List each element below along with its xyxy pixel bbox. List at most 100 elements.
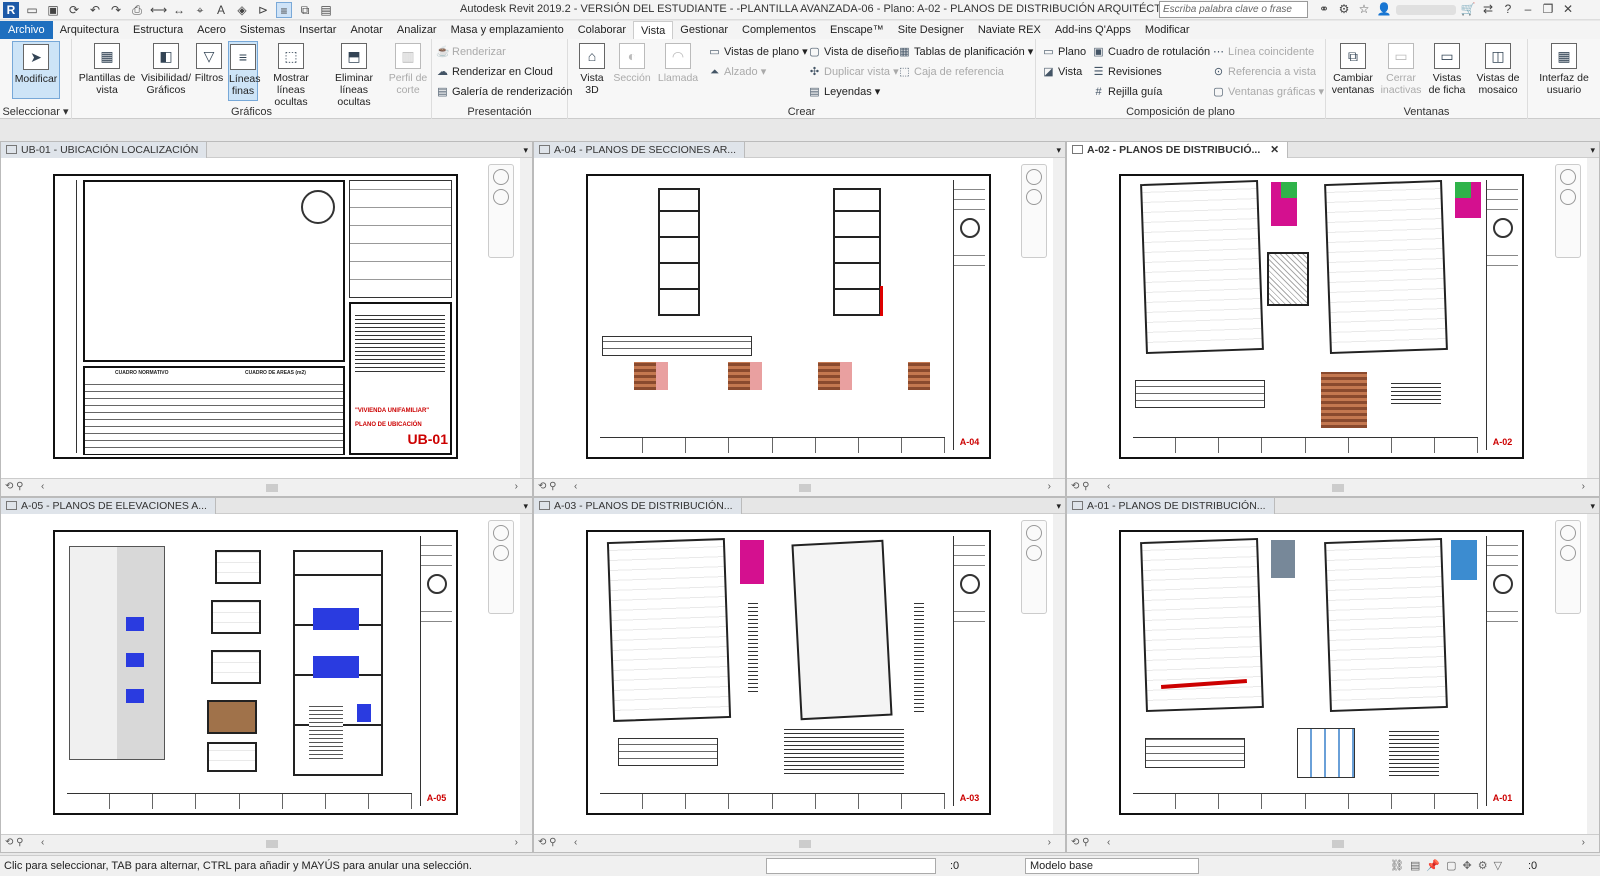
- subscription-icon[interactable]: ⚙: [1336, 1, 1352, 18]
- plantillas-vista-button[interactable]: ▦ Plantillas de vista: [78, 41, 136, 96]
- 3d-view-icon[interactable]: ◈: [234, 2, 250, 18]
- close-tab-icon[interactable]: ✕: [1270, 144, 1279, 156]
- horizontal-scroll-thumb[interactable]: [266, 484, 278, 492]
- view-control-icons[interactable]: ⟲ ⚲: [1071, 481, 1089, 492]
- view-tab[interactable]: A-05 - PLANOS DE ELEVACIONES A...: [1, 498, 216, 514]
- print-icon[interactable]: ⎙: [129, 2, 145, 18]
- tab-insertar[interactable]: Insertar: [292, 21, 343, 39]
- renderizar-button[interactable]: ☕ Renderizar: [436, 45, 506, 59]
- scroll-left-icon[interactable]: ‹: [41, 481, 44, 492]
- minimize-icon[interactable]: –: [1520, 1, 1536, 18]
- help-icon[interactable]: ?: [1500, 1, 1516, 18]
- steering-wheel-icon[interactable]: [493, 525, 509, 541]
- tab-enscape[interactable]: Enscape™: [823, 21, 891, 39]
- tab-archivo[interactable]: Archivo: [0, 21, 53, 39]
- scroll-left-icon[interactable]: ‹: [1107, 837, 1110, 848]
- close-hidden-icon[interactable]: ⧉: [297, 2, 313, 18]
- open-icon[interactable]: ▭: [24, 2, 40, 18]
- undo-icon[interactable]: ↶: [87, 2, 103, 18]
- scroll-right-icon[interactable]: ›: [1582, 837, 1585, 848]
- vertical-scrollbar[interactable]: [520, 514, 532, 834]
- zoom-icon[interactable]: [1560, 545, 1576, 561]
- view-tab[interactable]: UB-01 - UBICACIÓN LOCALIZACIÓN: [1, 142, 208, 158]
- viewport-a04[interactable]: A-04 - PLANOS DE SECCIONES AR... ▾ A-04 …: [533, 141, 1066, 497]
- navigation-bar[interactable]: [1555, 520, 1581, 614]
- view-control-icons[interactable]: ⟲ ⚲: [538, 481, 556, 492]
- navigation-bar[interactable]: [1555, 164, 1581, 258]
- maximize-icon[interactable]: ❐: [1540, 1, 1556, 18]
- scroll-right-icon[interactable]: ›: [515, 837, 518, 848]
- view-tab[interactable]: A-03 - PLANOS DE DISTRIBUCIÓN...: [534, 498, 742, 514]
- filtros-button[interactable]: ▽ Filtros: [194, 41, 224, 84]
- view-tab[interactable]: A-04 - PLANOS DE SECCIONES AR...: [534, 142, 746, 158]
- viewport-a01[interactable]: A-01 - PLANOS DE DISTRIBUCIÓN... ▾ A-01 …: [1066, 497, 1600, 853]
- duplicar-vista-button[interactable]: ✣ Duplicar vista ▾: [808, 65, 899, 79]
- scroll-left-icon[interactable]: ‹: [574, 837, 577, 848]
- background-process-icon[interactable]: ⚙: [1478, 859, 1488, 872]
- tab-estructura[interactable]: Estructura: [126, 21, 190, 39]
- llamada-button[interactable]: ◠ Llamada: [656, 41, 700, 84]
- scroll-right-icon[interactable]: ›: [1048, 837, 1051, 848]
- close-icon[interactable]: ✕: [1560, 1, 1576, 18]
- zoom-icon[interactable]: [1026, 189, 1042, 205]
- scroll-left-icon[interactable]: ‹: [574, 481, 577, 492]
- seleccionar-panel-label[interactable]: Seleccionar ▾: [0, 105, 71, 118]
- horizontal-scroll-thumb[interactable]: [1332, 484, 1344, 492]
- favorites-icon[interactable]: ☆: [1356, 1, 1372, 18]
- sheet-ub01[interactable]: "VIVIENDA UNIFAMILIAR" PLANO DE UBICACIÓ…: [53, 174, 458, 459]
- visibilidad-button[interactable]: ◧ Visibilidad/ Gráficos: [140, 41, 192, 96]
- tab-complementos[interactable]: Complementos: [735, 21, 823, 39]
- tab-anotar[interactable]: Anotar: [343, 21, 389, 39]
- filter-icon[interactable]: ▽: [1494, 859, 1502, 872]
- section-icon[interactable]: ⊳: [255, 2, 271, 18]
- view-menu-icon[interactable]: ▾: [1590, 498, 1595, 514]
- tab-modificar[interactable]: Modificar: [1138, 21, 1197, 39]
- galeria-button[interactable]: ▤ Galería de renderización: [436, 85, 572, 99]
- dimension-icon[interactable]: ↔: [171, 2, 187, 18]
- scroll-right-icon[interactable]: ›: [1048, 481, 1051, 492]
- plano-button[interactable]: ▭ Plano: [1042, 45, 1086, 59]
- revisiones-button[interactable]: ☰ Revisiones: [1092, 65, 1162, 79]
- interfaz-usuario-button[interactable]: ▦ Interfaz de usuario: [1534, 41, 1594, 96]
- steering-wheel-icon[interactable]: [493, 169, 509, 185]
- navigation-bar[interactable]: [1021, 520, 1047, 614]
- redo-icon[interactable]: ↷: [108, 2, 124, 18]
- drag-elements-icon[interactable]: ✥: [1462, 859, 1471, 872]
- view-menu-icon[interactable]: ▾: [1056, 142, 1061, 158]
- vista-3d-button[interactable]: ⌂ Vista 3D: [576, 41, 608, 96]
- scroll-right-icon[interactable]: ›: [1582, 481, 1585, 492]
- steering-wheel-icon[interactable]: [1560, 169, 1576, 185]
- select-by-face-icon[interactable]: ▢: [1446, 859, 1456, 872]
- measure-icon[interactable]: ⟷: [150, 2, 167, 18]
- seccion-button[interactable]: ◐ Sección: [612, 41, 652, 84]
- tab-gestionar[interactable]: Gestionar: [673, 21, 735, 39]
- vista-button[interactable]: ◪ Vista: [1042, 65, 1082, 79]
- view-control-icons[interactable]: ⟲ ⚲: [5, 481, 23, 492]
- binoculars-icon[interactable]: ⚭: [1316, 1, 1332, 18]
- tab-colaborar[interactable]: Colaborar: [571, 21, 633, 39]
- steering-wheel-icon[interactable]: [1560, 525, 1576, 541]
- vistas-plano-button[interactable]: ▭ Vistas de plano ▾: [708, 45, 807, 59]
- zoom-icon[interactable]: [1560, 189, 1576, 205]
- sheet-a04[interactable]: A-04: [586, 174, 991, 459]
- horizontal-scroll-thumb[interactable]: [799, 840, 811, 848]
- design-option-dropdown[interactable]: Modelo base: [1025, 858, 1199, 874]
- horizontal-scroll-thumb[interactable]: [799, 484, 811, 492]
- view-tab-active[interactable]: A-02 - PLANOS DE DISTRIBUCIÓ... ✕: [1067, 142, 1289, 158]
- tag-icon[interactable]: ⌖: [192, 2, 208, 18]
- zoom-icon[interactable]: [493, 545, 509, 561]
- vista-diseno-button[interactable]: ▢ Vista de diseño: [808, 45, 899, 59]
- tab-sistemas[interactable]: Sistemas: [233, 21, 292, 39]
- perfil-corte-button[interactable]: ▥ Perfil de corte: [388, 41, 428, 96]
- tab-arquitectura[interactable]: Arquitectura: [53, 21, 126, 39]
- steering-wheel-icon[interactable]: [1026, 525, 1042, 541]
- viewport-a05[interactable]: A-05 - PLANOS DE ELEVACIONES A... ▾ A-05: [0, 497, 533, 853]
- view-control-icons[interactable]: ⟲ ⚲: [538, 837, 556, 848]
- tablas-button[interactable]: ▦ Tablas de planificación ▾: [898, 45, 1033, 59]
- vertical-scrollbar[interactable]: [1053, 158, 1065, 478]
- sheet-a01[interactable]: A-01: [1119, 530, 1524, 815]
- caja-referencia-button[interactable]: ⬚ Caja de referencia: [898, 65, 1004, 79]
- select-pinned-icon[interactable]: 📌: [1426, 859, 1440, 872]
- alzado-button[interactable]: ⏶ Alzado ▾: [708, 65, 766, 79]
- scroll-left-icon[interactable]: ‹: [1107, 481, 1110, 492]
